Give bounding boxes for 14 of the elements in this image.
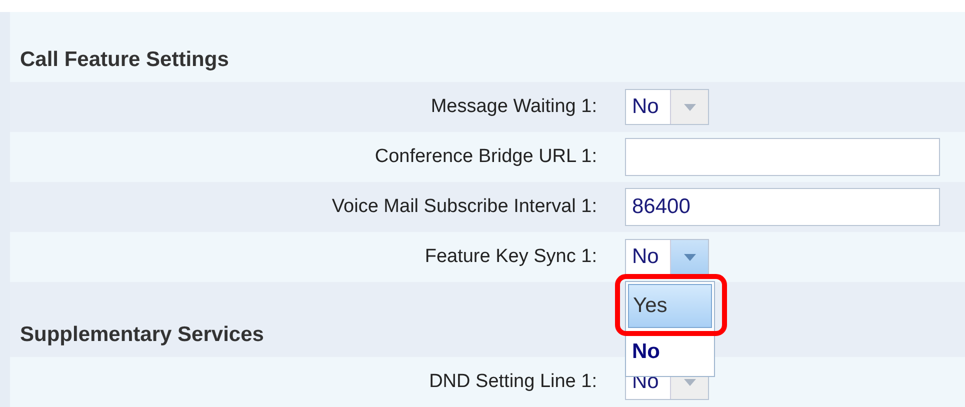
field-label: Feature Key Sync 1: [424, 246, 597, 268]
dropdown-option[interactable]: Yes [628, 284, 712, 328]
section-heading: Supplementary Services [20, 323, 264, 347]
caret-icon [684, 104, 696, 110]
input-field[interactable]: 86400 [625, 188, 940, 226]
field-label: Voice Mail Subscribe Interval 1: [330, 196, 597, 218]
field-label: Conference Bridge URL 1: [374, 146, 597, 168]
field-label: Message Waiting 1: [430, 96, 597, 118]
caret-icon [684, 254, 696, 260]
field-label: DND Setting Line 1: [428, 371, 597, 393]
dropdown[interactable]: No [625, 239, 709, 275]
dropdown[interactable]: No [625, 89, 709, 125]
section-heading: Call Feature Settings [20, 48, 229, 72]
input-field[interactable] [625, 138, 940, 176]
